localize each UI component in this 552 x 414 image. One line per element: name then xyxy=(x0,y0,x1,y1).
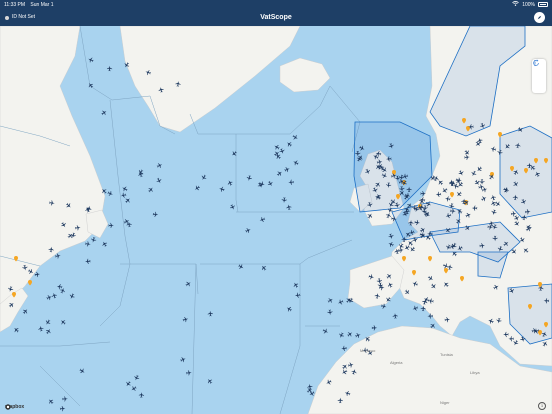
more-button[interactable] xyxy=(534,59,544,90)
battery-icon xyxy=(538,2,548,7)
map-place-label: Tunisia xyxy=(440,352,454,357)
status-bar: 11:33 PM Sun Mar 1 100% xyxy=(0,0,552,9)
wifi-icon xyxy=(512,1,520,8)
battery-percent: 100% xyxy=(522,1,535,8)
navigation-bar: ID Not Set VatScope xyxy=(0,9,552,26)
mapbox-attribution[interactable]: mapbox xyxy=(5,404,24,410)
map-canvas[interactable]: Algeria Libya Morocco Tunisia Niger xyxy=(0,26,552,414)
map-place-label: Morocco xyxy=(360,348,376,353)
map-controls xyxy=(532,59,546,93)
map-place-label: Niger xyxy=(440,400,450,405)
more-icon xyxy=(534,59,536,67)
compass-button[interactable] xyxy=(534,12,545,23)
map-place-label: Algeria xyxy=(390,360,403,365)
status-date: Sun Mar 1 xyxy=(30,1,54,8)
map-place-label: Libya xyxy=(470,370,480,375)
mapbox-logo-icon xyxy=(5,404,11,410)
map-view[interactable]: Algeria Libya Morocco Tunisia Niger mapbox i xyxy=(0,26,552,414)
status-time-date: 11:33 PM Sun Mar 1 xyxy=(4,2,58,8)
status-time: 11:33 PM xyxy=(4,1,26,8)
status-indicators: 100% xyxy=(512,1,548,8)
info-button[interactable]: i xyxy=(538,402,546,410)
app-title: VatScope xyxy=(260,14,292,21)
compass-icon xyxy=(537,15,542,20)
